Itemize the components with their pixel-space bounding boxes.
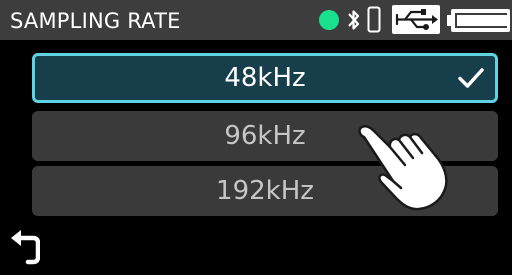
option-label: 96kHz (224, 121, 306, 151)
option-48khz[interactable]: 48kHz (32, 53, 498, 103)
status-indicator-dot (319, 10, 339, 30)
tap-hand-icon (358, 124, 448, 211)
usb-icon (392, 5, 440, 34)
bluetooth-icon (348, 10, 360, 30)
battery-icon (447, 9, 510, 32)
checkmark-icon (458, 68, 484, 88)
option-label: 192kHz (216, 176, 314, 206)
screen-title: SAMPLING RATE (10, 9, 181, 33)
phone-icon (367, 6, 381, 33)
back-arrow-icon[interactable] (10, 229, 40, 265)
status-bar: SAMPLING RATE (0, 0, 512, 40)
option-label: 48kHz (224, 63, 306, 93)
